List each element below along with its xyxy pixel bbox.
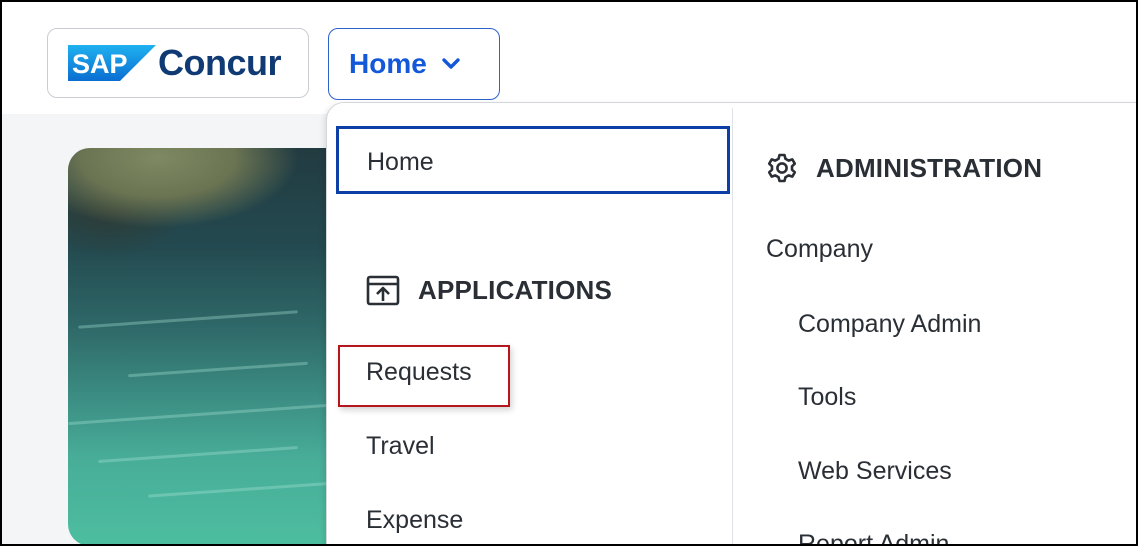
menu-item-travel[interactable]: Travel — [366, 432, 435, 461]
menu-item-web-services[interactable]: Web Services — [798, 457, 952, 486]
menu-item-home-label: Home — [367, 148, 434, 176]
requests-annotation-box — [338, 345, 510, 407]
applications-section-title: APPLICATIONS — [418, 274, 613, 305]
chevron-down-icon — [442, 58, 460, 69]
app-launch-icon — [366, 275, 400, 306]
applications-section-header: APPLICATIONS — [366, 274, 612, 306]
app-window: SAP Concur Home Home APPLICATIONS Reques… — [0, 0, 1138, 546]
home-menu-button[interactable]: Home — [328, 28, 500, 100]
menu-item-report-admin[interactable]: Report Admin — [798, 530, 949, 544]
home-menu-button-label: Home — [349, 48, 427, 79]
menu-item-expense[interactable]: Expense — [366, 506, 463, 535]
svg-text:SAP: SAP — [72, 49, 128, 79]
sap-logo-mark: SAP — [68, 45, 156, 81]
gear-icon — [767, 153, 797, 183]
administration-section-title: ADMINISTRATION — [816, 152, 1043, 183]
administration-section-header: ADMINISTRATION — [766, 152, 1042, 184]
menu-column-divider — [732, 108, 733, 544]
hero-image — [68, 148, 368, 544]
menu-item-company-admin[interactable]: Company Admin — [798, 310, 981, 339]
concur-wordmark: Concur — [158, 42, 282, 83]
menu-group-company: Company — [766, 235, 873, 263]
sap-concur-logo[interactable]: SAP Concur — [47, 28, 309, 98]
menu-item-home[interactable]: Home — [336, 126, 730, 194]
menu-item-tools[interactable]: Tools — [798, 383, 856, 412]
